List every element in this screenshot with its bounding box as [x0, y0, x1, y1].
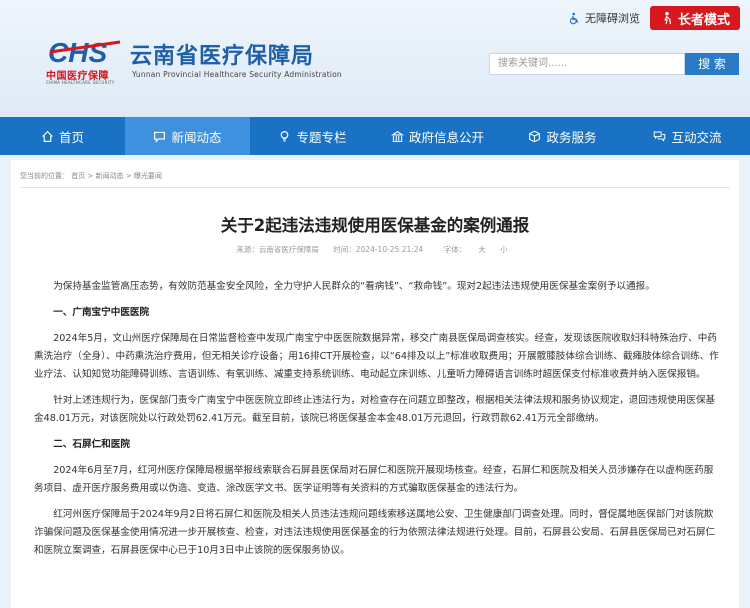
nav-label: 政务服务: [546, 129, 597, 145]
accessibility-link[interactable]: 无障碍浏览: [568, 10, 640, 26]
search-input[interactable]: 搜索关键词......: [489, 53, 685, 75]
font-size-control: 字体： 大 小: [438, 245, 514, 254]
font-size-label: 字体：: [443, 245, 467, 254]
nav-item-topics[interactable]: 专题专栏: [250, 117, 375, 155]
elder-mode-label: 长者模式: [677, 12, 730, 28]
nav-label: 首页: [58, 129, 84, 145]
breadcrumb-home[interactable]: 首页: [71, 172, 85, 180]
breadcrumb-separator: >: [125, 172, 132, 180]
main-nav: 首页 新闻动态 专题专栏 政府信息公开 政务服务 互动交流: [0, 117, 750, 155]
chat-icon: [154, 131, 166, 143]
elder-icon: [664, 11, 672, 25]
cube-icon: [529, 130, 541, 142]
article-paragraph: 为保持基金监管高压态势，有效防范基金安全风险，全力守护人民群众的“看病钱”、“救…: [53, 281, 655, 292]
nav-label: 专题专栏: [296, 129, 347, 145]
divider: [20, 187, 730, 188]
breadcrumb-section[interactable]: 新闻动态: [96, 172, 124, 180]
article-paragraph: 针对上述违规行为，医保部门责令广南宝宁中医医院立即终止违法行为，对检查存在问题立…: [34, 395, 716, 424]
font-large-button[interactable]: 大: [478, 245, 486, 254]
elder-mode-button[interactable]: 长者模式: [649, 6, 740, 30]
chat-bubbles-icon: [654, 131, 666, 142]
nav-item-news[interactable]: 新闻动态: [125, 117, 250, 155]
article-paragraph: 2024年6月至7月，红河州医疗保障局根据举报线索联合石屏县医保局对石屏仁和医院…: [34, 465, 714, 494]
article-title: 关于2起违法违规使用医保基金的案例通报: [220, 216, 530, 235]
breadcrumb-prefix: 您当前的位置：: [20, 172, 69, 180]
building-icon: [390, 130, 404, 142]
nav-item-home[interactable]: 首页: [0, 117, 125, 155]
article-time: 时间：2024-10-25 21:24: [333, 245, 424, 254]
accessibility-label: 无障碍浏览: [584, 12, 640, 25]
breadcrumb-current[interactable]: 曝光要闻: [134, 172, 162, 180]
section-heading: 一、广南宝宁中医医院: [53, 307, 150, 318]
nav-label: 新闻动态: [171, 129, 222, 145]
article-body: 为保持基金监管高压态势，有效防范基金安全风险，全力守护人民群众的“看病钱”、“救…: [34, 278, 721, 568]
article-card: 您当前的位置： 首页 > 新闻动态 > 曝光要闻 关于2起违法违规使用医保基金的…: [11, 160, 739, 608]
font-small-button[interactable]: 小: [500, 245, 508, 254]
wheelchair-icon: [569, 12, 579, 24]
section-heading: 二、石屏仁和医院: [53, 439, 130, 450]
article-meta: 来源：云南省医疗保障局 时间：2024-10-25 21:24 字体： 大 小: [11, 244, 739, 255]
search-button[interactable]: 搜 索: [685, 53, 739, 75]
home-icon: [42, 130, 53, 142]
breadcrumb: 您当前的位置： 首页 > 新闻动态 > 曝光要闻: [20, 171, 162, 181]
nav-label: 政府信息公开: [408, 129, 484, 145]
nav-item-interaction[interactable]: 互动交流: [625, 117, 750, 155]
logo-subtitle-en: CHINA HEALTHCARE SECURITY: [46, 80, 115, 85]
article-paragraph: 2024年5月，文山州医疗保障局在日常监督检查中发现广南宝宁中医医院数据异常，移…: [34, 333, 719, 380]
site-header: 无障碍浏览 长者模式 CHS 中国医疗保障 CHINA HEALTHCARE S…: [0, 0, 750, 117]
site-title: 云南省医疗保障局: [130, 44, 315, 69]
article-paragraph: 红河州医疗保障局于2024年9月2日将石屏仁和医院及相关人员违法违规问题线索移送…: [34, 509, 716, 556]
site-title-en: Yunnan Provincial Healthcare Security Ad…: [132, 70, 342, 79]
breadcrumb-separator: >: [87, 172, 94, 180]
article-source: 来源：云南省医疗保障局: [236, 245, 319, 254]
lightbulb-icon: [281, 130, 289, 142]
nav-item-gov-info[interactable]: 政府信息公开: [375, 117, 500, 155]
nav-label: 互动交流: [671, 129, 722, 145]
nav-item-services[interactable]: 政务服务: [500, 117, 625, 155]
top-links: 无障碍浏览 长者模式: [568, 6, 740, 30]
